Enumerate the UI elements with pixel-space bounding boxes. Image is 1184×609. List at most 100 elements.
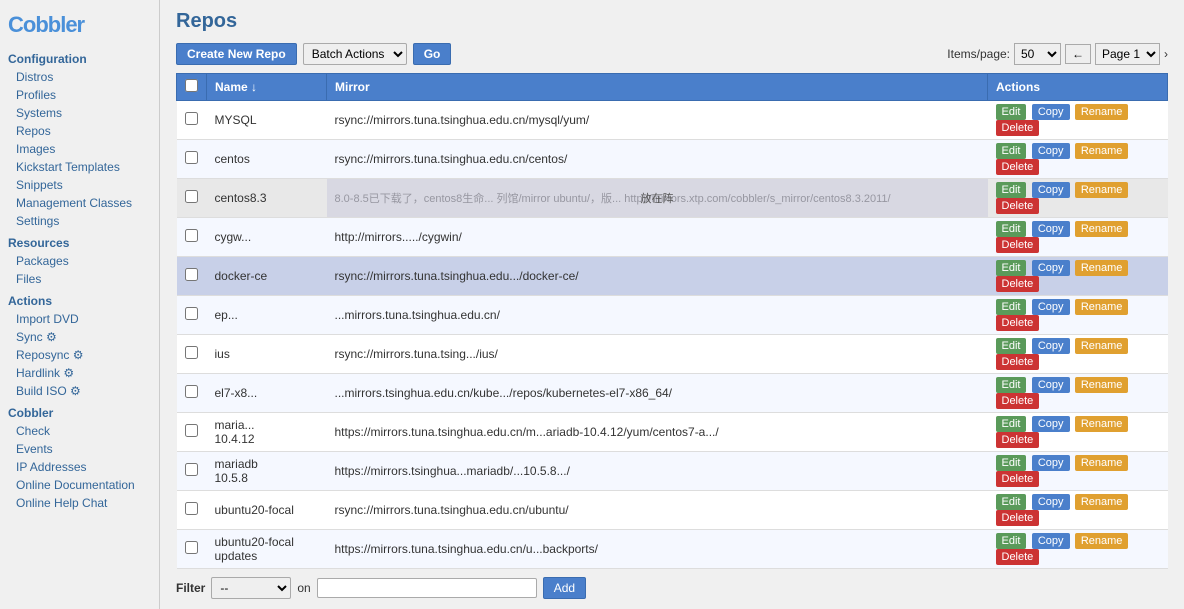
rename-button[interactable]: Rename — [1075, 416, 1129, 432]
sidebar-item-hardlink[interactable]: Hardlink ⚙ — [0, 364, 159, 382]
delete-button[interactable]: Delete — [996, 549, 1040, 565]
create-new-repo-button[interactable]: Create New Repo — [176, 43, 297, 65]
delete-button[interactable]: Delete — [996, 120, 1040, 136]
edit-button[interactable]: Edit — [996, 416, 1027, 432]
edit-button[interactable]: Edit — [996, 338, 1027, 354]
page-back-button[interactable]: ← — [1065, 44, 1091, 64]
row-checkbox[interactable] — [185, 385, 198, 398]
sidebar-item-distros[interactable]: Distros — [0, 68, 159, 86]
batch-actions-select[interactable]: Batch Actions — [303, 43, 407, 65]
edit-button[interactable]: Edit — [996, 377, 1027, 393]
rename-button[interactable]: Rename — [1075, 533, 1129, 549]
sidebar-item-snippets[interactable]: Snippets — [0, 176, 159, 194]
sidebar-item-reposync[interactable]: Reposync ⚙ — [0, 346, 159, 364]
rename-button[interactable]: Rename — [1075, 455, 1129, 471]
delete-button[interactable]: Delete — [996, 510, 1040, 526]
row-actions: Edit Copy Rename Delete — [988, 374, 1168, 413]
rename-button[interactable]: Rename — [1075, 377, 1129, 393]
edit-button[interactable]: Edit — [996, 260, 1027, 276]
rename-button[interactable]: Rename — [1075, 299, 1129, 315]
rename-button[interactable]: Rename — [1075, 260, 1129, 276]
go-button[interactable]: Go — [413, 43, 452, 65]
sidebar-item-settings[interactable]: Settings — [0, 212, 159, 230]
delete-button[interactable]: Delete — [996, 198, 1040, 214]
table-row: centos rsync://mirrors.tuna.tsinghua.edu… — [177, 140, 1168, 179]
edit-button[interactable]: Edit — [996, 182, 1027, 198]
rename-button[interactable]: Rename — [1075, 221, 1129, 237]
filter-select[interactable]: -- name mirror comment — [211, 577, 291, 599]
row-checkbox[interactable] — [185, 346, 198, 359]
rename-button[interactable]: Rename — [1075, 143, 1129, 159]
rename-button[interactable]: Rename — [1075, 338, 1129, 354]
items-per-page-select[interactable]: 50 25 100 — [1014, 43, 1061, 65]
sidebar-item-profiles[interactable]: Profiles — [0, 86, 159, 104]
select-all-checkbox[interactable] — [185, 79, 198, 92]
rename-button[interactable]: Rename — [1075, 104, 1129, 120]
copy-button[interactable]: Copy — [1032, 104, 1070, 120]
copy-button[interactable]: Copy — [1032, 299, 1070, 315]
table-row: ubuntu20-focalupdates https://mirrors.tu… — [177, 530, 1168, 569]
copy-button[interactable]: Copy — [1032, 260, 1070, 276]
page-forward-icon: › — [1164, 47, 1168, 61]
sidebar-item-systems[interactable]: Systems — [0, 104, 159, 122]
row-checkbox[interactable] — [185, 229, 198, 242]
row-checkbox[interactable] — [185, 190, 198, 203]
sidebar-item-repos[interactable]: Repos — [0, 122, 159, 140]
delete-button[interactable]: Delete — [996, 393, 1040, 409]
repo-mirror: rsync://mirrors.tuna.tsinghua.edu.../doc… — [327, 257, 988, 296]
sidebar-item-ip-addresses[interactable]: IP Addresses — [0, 458, 159, 476]
delete-button[interactable]: Delete — [996, 315, 1040, 331]
copy-button[interactable]: Copy — [1032, 377, 1070, 393]
row-checkbox[interactable] — [185, 463, 198, 476]
filter-input[interactable] — [317, 578, 537, 598]
copy-button[interactable]: Copy — [1032, 338, 1070, 354]
edit-button[interactable]: Edit — [996, 143, 1027, 159]
sidebar-item-build-iso[interactable]: Build ISO ⚙ — [0, 382, 159, 400]
row-actions: Edit Copy Rename Delete — [988, 413, 1168, 452]
sidebar-item-online-help-chat[interactable]: Online Help Chat — [0, 494, 159, 512]
row-checkbox[interactable] — [185, 268, 198, 281]
row-checkbox[interactable] — [185, 307, 198, 320]
copy-button[interactable]: Copy — [1032, 221, 1070, 237]
page-select[interactable]: Page 1 — [1095, 43, 1160, 65]
rename-button[interactable]: Rename — [1075, 182, 1129, 198]
edit-button[interactable]: Edit — [996, 533, 1027, 549]
row-checkbox[interactable] — [185, 112, 198, 125]
sidebar-item-kickstart-templates[interactable]: Kickstart Templates — [0, 158, 159, 176]
sidebar-item-sync[interactable]: Sync ⚙ — [0, 328, 159, 346]
sidebar-item-images[interactable]: Images — [0, 140, 159, 158]
sidebar-item-import-dvd[interactable]: Import DVD — [0, 310, 159, 328]
sidebar-item-packages[interactable]: Packages — [0, 252, 159, 270]
copy-button[interactable]: Copy — [1032, 416, 1070, 432]
page-title: Repos — [176, 10, 1168, 33]
copy-button[interactable]: Copy — [1032, 533, 1070, 549]
delete-button[interactable]: Delete — [996, 432, 1040, 448]
sidebar-item-events[interactable]: Events — [0, 440, 159, 458]
filter-add-button[interactable]: Add — [543, 577, 586, 599]
copy-button[interactable]: Copy — [1032, 143, 1070, 159]
edit-button[interactable]: Edit — [996, 221, 1027, 237]
row-checkbox[interactable] — [185, 424, 198, 437]
rename-button[interactable]: Rename — [1075, 494, 1129, 510]
sidebar-item-online-documentation[interactable]: Online Documentation — [0, 476, 159, 494]
repo-mirror: https://mirrors.tsinghua...mariadb/...10… — [327, 452, 988, 491]
copy-button[interactable]: Copy — [1032, 182, 1070, 198]
copy-button[interactable]: Copy — [1032, 494, 1070, 510]
copy-button[interactable]: Copy — [1032, 455, 1070, 471]
delete-button[interactable]: Delete — [996, 354, 1040, 370]
delete-button[interactable]: Delete — [996, 159, 1040, 175]
sidebar-item-files[interactable]: Files — [0, 270, 159, 288]
col-header-name[interactable]: Name ↓ — [207, 74, 327, 101]
sidebar-item-check[interactable]: Check — [0, 422, 159, 440]
edit-button[interactable]: Edit — [996, 299, 1027, 315]
row-checkbox[interactable] — [185, 541, 198, 554]
sidebar-item-management-classes[interactable]: Management Classes — [0, 194, 159, 212]
edit-button[interactable]: Edit — [996, 494, 1027, 510]
delete-button[interactable]: Delete — [996, 237, 1040, 253]
delete-button[interactable]: Delete — [996, 276, 1040, 292]
row-checkbox[interactable] — [185, 151, 198, 164]
delete-button[interactable]: Delete — [996, 471, 1040, 487]
edit-button[interactable]: Edit — [996, 104, 1027, 120]
edit-button[interactable]: Edit — [996, 455, 1027, 471]
row-actions: Edit Copy Rename Delete — [988, 335, 1168, 374]
